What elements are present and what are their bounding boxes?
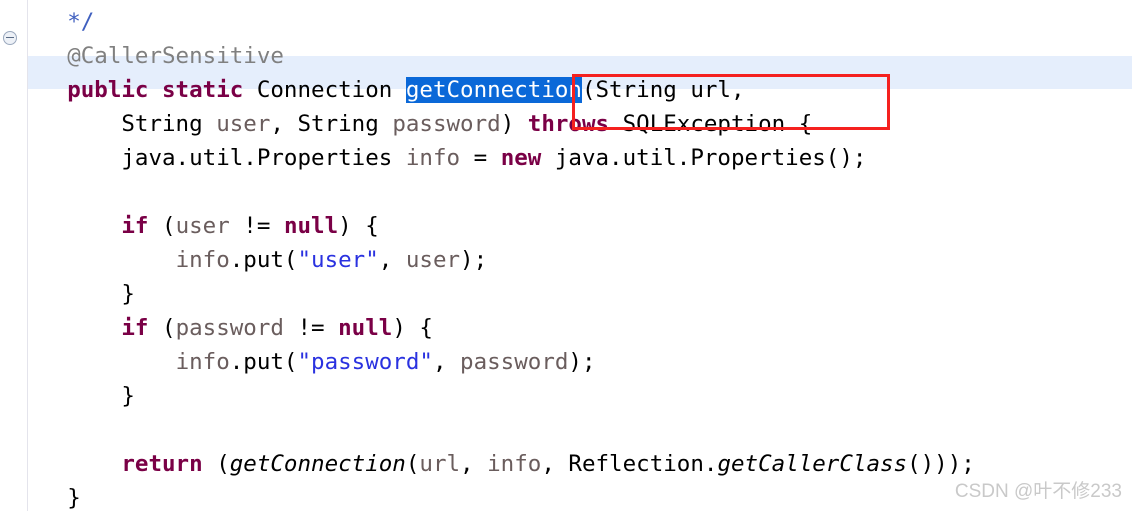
identifier-token: user [405,247,461,273]
code-token: ); [568,349,596,375]
code-line[interactable]: if (password != null) { [0,311,1132,345]
code-token: , Reflection. [541,451,718,477]
code-line[interactable] [0,413,1132,447]
identifier-token: password [175,315,284,341]
code-token: getConnection [229,451,406,477]
code-token: } [121,281,135,307]
code-line[interactable]: info.put("user", user); [0,243,1132,277]
keyword-token: null [338,315,393,341]
code-line-text: } [0,277,135,311]
identifier-token: url [419,451,461,477]
code-token: ); [460,247,488,273]
code-line-text: */ [0,5,94,39]
code-token: ( [148,213,176,239]
identifier-token: password [392,111,501,137]
watermark-text: CSDN @叶不修233 [954,481,1122,502]
code-token: != [283,315,339,341]
identifier-token: info [405,145,461,171]
selected-token: getConnection [405,77,582,103]
keyword-token: if [121,213,149,239]
code-line[interactable]: if (user != null) { [0,209,1132,243]
code-line-text: } [0,481,81,511]
code-token: = [460,145,501,171]
code-line-text: return (getConnection(url, info, Reflect… [0,447,975,481]
code-token: String [121,111,217,137]
code-content[interactable]: */ @CallerSensitive public static Connec… [0,0,1132,511]
code-token: ( [405,451,420,477]
string-token: "user" [297,247,379,273]
identifier-token: info [487,451,542,477]
keyword-token: null [283,213,339,239]
code-line-text: info.put("password", password); [0,345,596,379]
code-token: SQLException { [609,111,813,137]
annotation-token: @CallerSensitive [67,43,284,69]
code-line[interactable]: */ [0,5,1132,39]
string-token: "password" [297,349,433,375]
code-token: , [432,349,461,375]
code-token: } [121,383,135,409]
code-token: , String [270,111,393,137]
identifier-token: password [460,349,569,375]
keyword-token: public static [67,77,244,103]
code-line-text: if (password != null) { [0,311,433,345]
code-viewer-screenshot: */ @CallerSensitive public static Connec… [0,0,1132,511]
code-token: , [378,247,406,273]
code-token: } [67,485,81,511]
code-line[interactable]: info.put("password", password); [0,345,1132,379]
code-token: != [229,213,284,239]
code-token: ) [500,111,528,137]
code-token: (String url, [581,77,745,103]
code-line[interactable]: } [0,379,1132,413]
code-token: java.util.Properties(); [541,145,867,171]
keyword-token: throws [527,111,610,137]
code-line-text: } [0,379,135,413]
code-line-text: java.util.Properties info = new java.uti… [0,141,866,175]
code-token: ( [202,451,230,477]
code-token: ())); [907,451,975,477]
keyword-token: if [121,315,149,341]
keyword-token: return [121,451,203,477]
code-line[interactable]: public static Connection getConnection(S… [0,73,1132,107]
code-line-text: if (user != null) { [0,209,379,243]
code-line[interactable]: String user, String password) throws SQL… [0,107,1132,141]
code-token: ) { [338,213,379,239]
code-line[interactable] [0,175,1132,209]
code-line-text: @CallerSensitive [0,39,284,73]
code-line[interactable]: @CallerSensitive [0,39,1132,73]
identifier-token: info [175,349,230,375]
identifier-token: user [175,213,230,239]
code-line[interactable]: } [0,277,1132,311]
keyword-token: new [500,145,542,171]
comment-token: */ [67,9,95,35]
code-token: java.util.Properties [121,145,406,171]
code-line-text: info.put("user", user); [0,243,488,277]
identifier-token: user [216,111,271,137]
code-line[interactable]: java.util.Properties info = new java.uti… [0,141,1132,175]
identifier-token: info [175,247,230,273]
code-token: .put( [229,349,298,375]
code-token: .put( [229,247,298,273]
code-line-text: public static Connection getConnection(S… [0,73,745,107]
code-token: ( [148,315,176,341]
code-line-text: String user, String password) throws SQL… [0,107,812,141]
code-token: Connection [256,77,393,103]
code-token: , [460,451,488,477]
code-token: getCallerClass [717,451,908,477]
code-token: ) { [392,315,433,341]
